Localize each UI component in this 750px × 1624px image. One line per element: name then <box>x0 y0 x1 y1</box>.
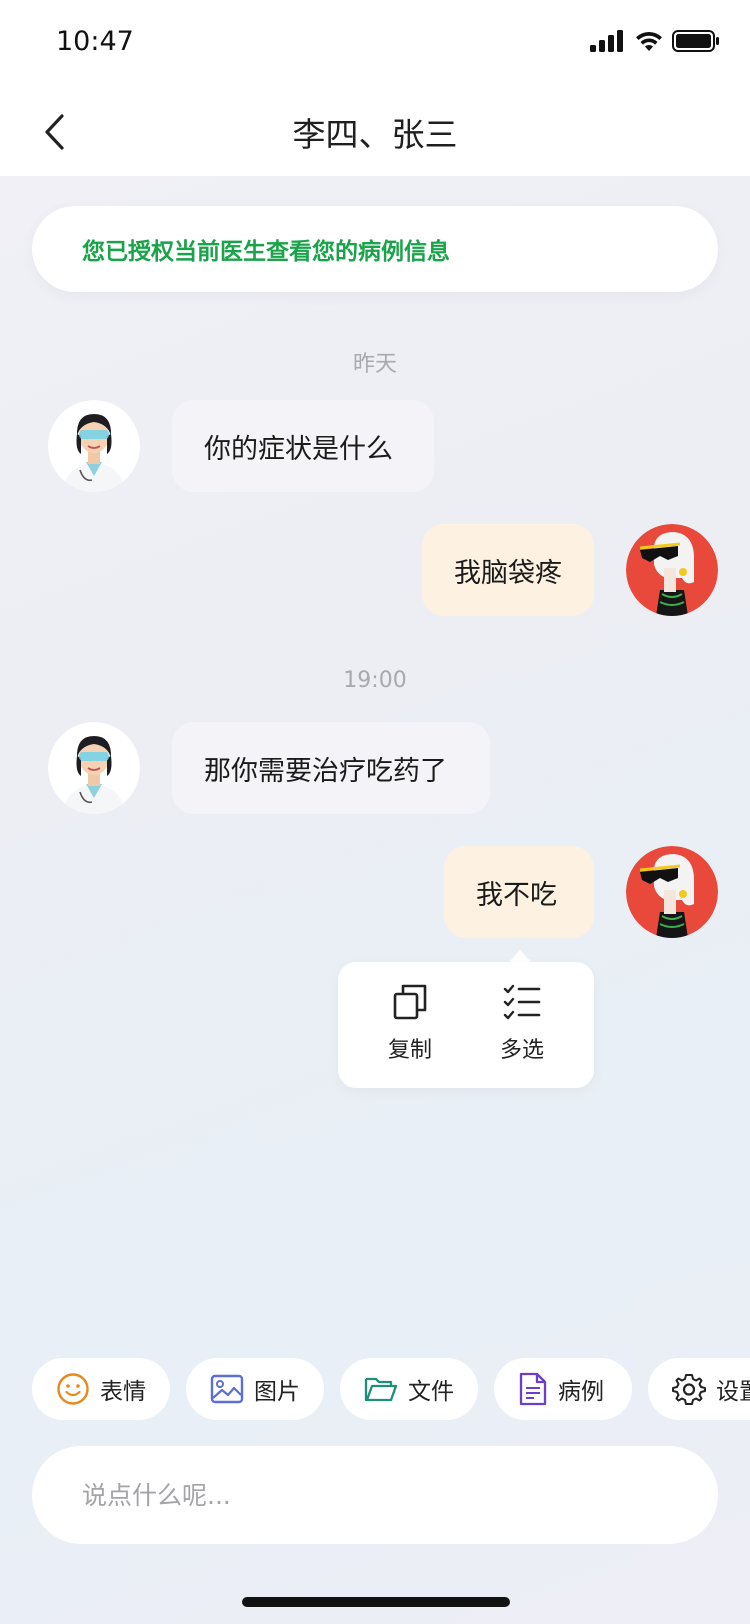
copy-icon <box>393 984 427 1020</box>
image-icon <box>210 1374 244 1404</box>
patient-avatar[interactable] <box>626 524 718 616</box>
chat-title: 李四、张三 <box>292 115 458 154</box>
home-indicator <box>242 1597 510 1607</box>
emoji-label: 表情 <box>100 1379 146 1405</box>
multiselect-button[interactable]: 多选 <box>472 980 572 1064</box>
multiselect-label: 多选 <box>499 1038 544 1063</box>
checklist-icon <box>503 984 541 1020</box>
file-button[interactable]: 文件 <box>340 1358 478 1420</box>
message-text: 我不吃 <box>476 879 557 911</box>
chat-toolbar: 表情 图片 文件 病例 设置 <box>32 1358 750 1422</box>
time-separator: 昨天 <box>352 352 397 377</box>
medical-record-button[interactable]: 病例 <box>494 1358 632 1420</box>
message-bubble-incoming[interactable]: 你的症状是什么 <box>172 400 434 492</box>
doctor-avatar[interactable] <box>48 722 140 814</box>
copy-button[interactable]: 复制 <box>360 980 460 1064</box>
time-separator: 19:00 <box>343 668 407 693</box>
message-context-menu: 复制 多选 <box>338 962 594 1088</box>
status-time: 10:47 <box>56 26 134 57</box>
settings-button[interactable]: 设置 <box>648 1358 750 1420</box>
image-label: 图片 <box>254 1379 300 1405</box>
doctor-avatar[interactable] <box>48 400 140 492</box>
settings-label: 设置 <box>716 1379 750 1405</box>
wifi-icon <box>636 31 662 51</box>
message-text: 你的症状是什么 <box>204 433 393 465</box>
notice-text: 您已授权当前医生查看您的病例信息 <box>82 239 450 265</box>
smiley-icon <box>57 1373 89 1405</box>
copy-label: 复制 <box>387 1038 432 1063</box>
message-text: 那你需要治疗吃药了 <box>204 755 447 787</box>
message-bubble-incoming[interactable]: 那你需要治疗吃药了 <box>172 722 490 814</box>
status-bar: 10:47 <box>0 0 750 90</box>
message-bubble-outgoing[interactable]: 我不吃 <box>444 846 594 938</box>
image-button[interactable]: 图片 <box>186 1358 324 1420</box>
signal-icon <box>590 30 623 52</box>
status-icons <box>590 30 720 52</box>
document-icon <box>519 1372 547 1406</box>
medical-record-label: 病例 <box>558 1379 604 1405</box>
message-text: 我脑袋疼 <box>454 557 562 589</box>
authorization-notice: 您已授权当前医生查看您的病例信息 <box>32 206 718 292</box>
folder-icon <box>364 1377 398 1402</box>
message-input-container <box>32 1446 718 1544</box>
file-label: 文件 <box>408 1379 454 1405</box>
battery-icon <box>672 30 719 52</box>
message-input[interactable] <box>82 1446 682 1544</box>
nav-bar: 李四、张三 <box>0 90 750 176</box>
gear-icon <box>672 1374 706 1405</box>
message-bubble-outgoing[interactable]: 我脑袋疼 <box>422 524 594 616</box>
emoji-button[interactable]: 表情 <box>32 1358 170 1420</box>
patient-avatar[interactable] <box>626 846 718 938</box>
